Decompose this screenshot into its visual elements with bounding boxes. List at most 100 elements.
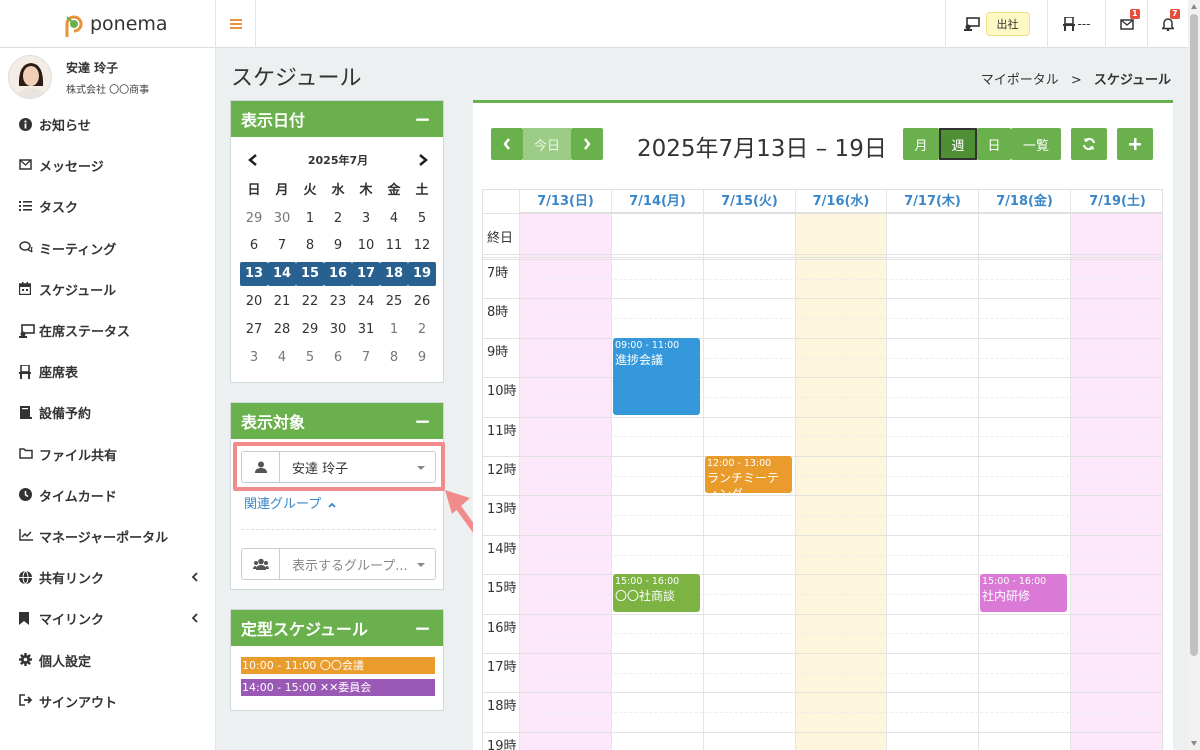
mini-calendar-day[interactable]: 30 [268, 207, 296, 231]
routine-panel-collapse-button[interactable]: − [414, 616, 431, 640]
mini-calendar-day[interactable]: 6 [324, 346, 352, 370]
mini-calendar-day[interactable]: 5 [296, 346, 324, 370]
messages-button[interactable]: 1 [1105, 0, 1147, 48]
prev-week-button[interactable] [491, 128, 523, 160]
add-event-button[interactable] [1117, 128, 1153, 160]
sidebar-item[interactable]: 在席ステータス [0, 310, 216, 351]
mini-calendar-day[interactable]: 7 [352, 346, 380, 370]
sidebar-item[interactable]: ミーティング [0, 228, 216, 269]
mini-calendar-day[interactable]: 18 [380, 262, 408, 287]
day-column[interactable] [611, 190, 703, 750]
day-column[interactable] [886, 190, 978, 750]
refresh-icon[interactable] [1071, 128, 1107, 160]
day-header[interactable]: 7/17(木) [886, 190, 978, 213]
mini-calendar-day[interactable]: 29 [240, 207, 268, 231]
day-column[interactable] [1070, 190, 1162, 750]
page-scrollbar[interactable] [1188, 0, 1200, 750]
mini-calendar-day[interactable]: 4 [268, 346, 296, 370]
mini-calendar-day[interactable]: 3 [240, 346, 268, 370]
event[interactable]: 09:00 - 11:00 進捗会議 [613, 337, 700, 415]
today-button[interactable]: 今日 [523, 128, 571, 160]
routine-item[interactable]: 10:00 - 11:00 〇〇会議 [241, 657, 435, 674]
mini-calendar-day[interactable]: 19 [408, 262, 436, 287]
mini-calendar-day[interactable]: 20 [240, 290, 268, 314]
hamburger-icon[interactable] [216, 0, 256, 48]
sidebar-item[interactable]: メッセージ [0, 145, 216, 186]
chevron-left-icon[interactable] [248, 154, 258, 166]
mini-calendar-day[interactable]: 9 [324, 234, 352, 258]
view-list-button[interactable]: 一覧 [1011, 128, 1061, 160]
related-groups-link[interactable]: 関連グループ [244, 493, 337, 512]
mini-calendar-day[interactable]: 23 [324, 290, 352, 314]
sidebar-item[interactable]: マイリンク [0, 598, 216, 639]
group-select[interactable]: 表示するグループ... [241, 548, 436, 580]
day-header[interactable]: 7/16(水) [795, 190, 886, 213]
sidebar-item[interactable]: 個人設定 [0, 639, 216, 680]
mini-calendar-day[interactable]: 24 [352, 290, 380, 314]
sidebar-item[interactable]: マネージャーポータル [0, 516, 216, 557]
next-week-button[interactable] [571, 128, 603, 160]
mini-calendar-day[interactable]: 1 [296, 207, 324, 231]
event[interactable]: 15:00 - 16:00 〇〇社商談 [613, 574, 700, 612]
sidebar-item[interactable]: サインアウト [0, 681, 216, 722]
mini-calendar-day[interactable]: 10 [352, 234, 380, 258]
day-header[interactable]: 7/18(金) [978, 190, 1070, 213]
view-month-button[interactable]: 月 [903, 128, 939, 160]
status-toggle[interactable]: 出社 [945, 0, 1047, 48]
date-panel-collapse-button[interactable]: − [414, 107, 431, 131]
user-profile[interactable]: 安達 玲子 株式会社 〇〇商事 [8, 55, 149, 99]
breadcrumb-parent[interactable]: マイポータル [981, 73, 1059, 88]
mini-calendar-day[interactable]: 2 [408, 318, 436, 342]
mini-calendar-day[interactable]: 31 [352, 318, 380, 342]
mini-calendar-day[interactable]: 11 [380, 234, 408, 258]
mini-calendar-day[interactable]: 14 [268, 262, 296, 287]
logo[interactable]: ponema [0, 0, 216, 48]
mini-calendar-day[interactable]: 7 [268, 234, 296, 258]
mini-calendar-day[interactable]: 9 [408, 346, 436, 370]
mini-calendar-day[interactable]: 17 [352, 262, 380, 287]
mini-calendar-day[interactable]: 6 [240, 234, 268, 258]
day-header[interactable]: 7/15(火) [703, 190, 795, 213]
day-header[interactable]: 7/13(日) [519, 190, 611, 213]
view-week-button[interactable]: 週 [939, 128, 977, 160]
sidebar-item[interactable]: ファイル共有 [0, 434, 216, 475]
sidebar-item[interactable]: タイムカード [0, 475, 216, 516]
mini-calendar-day[interactable]: 4 [380, 207, 408, 231]
routine-item[interactable]: 14:00 - 15:00 ✕✕委員会 [241, 679, 435, 696]
day-header[interactable]: 7/19(土) [1070, 190, 1162, 213]
mini-calendar-day[interactable]: 26 [408, 290, 436, 314]
sidebar-item[interactable]: 共有リンク [0, 557, 216, 598]
mini-calendar-day[interactable]: 3 [352, 207, 380, 231]
seat-button[interactable]: --- [1047, 0, 1105, 48]
target-panel-collapse-button[interactable]: − [414, 409, 431, 433]
view-day-button[interactable]: 日 [977, 128, 1011, 160]
mini-calendar-day[interactable]: 27 [240, 318, 268, 342]
event[interactable]: 12:00 - 13:00 ランチミーティング [705, 456, 792, 494]
event[interactable]: 15:00 - 16:00 社内研修 [980, 574, 1067, 612]
mini-calendar-day[interactable]: 12 [408, 234, 436, 258]
mini-calendar-day[interactable]: 8 [380, 346, 408, 370]
mini-calendar-day[interactable]: 13 [240, 262, 268, 287]
mini-calendar-day[interactable]: 1 [380, 318, 408, 342]
mini-calendar-day[interactable]: 28 [268, 318, 296, 342]
mini-calendar-day[interactable]: 25 [380, 290, 408, 314]
sidebar-item[interactable]: 座席表 [0, 351, 216, 392]
sidebar-item[interactable]: 設備予約 [0, 392, 216, 433]
sidebar-item[interactable]: お知らせ [0, 104, 216, 145]
day-column[interactable] [795, 190, 886, 750]
mini-calendar-day[interactable]: 5 [408, 207, 436, 231]
mini-calendar-day[interactable]: 8 [296, 234, 324, 258]
mini-calendar-day[interactable]: 15 [296, 262, 324, 287]
day-column[interactable] [519, 190, 611, 750]
mini-calendar-day[interactable]: 29 [296, 318, 324, 342]
mini-calendar-day[interactable]: 30 [324, 318, 352, 342]
mini-calendar-day[interactable]: 16 [324, 262, 352, 287]
day-header[interactable]: 7/14(月) [611, 190, 703, 213]
notifications-button[interactable]: 7 [1147, 0, 1188, 48]
sidebar-item[interactable]: タスク [0, 186, 216, 227]
mini-calendar-day[interactable]: 22 [296, 290, 324, 314]
mini-calendar-day[interactable]: 21 [268, 290, 296, 314]
sidebar-item[interactable]: スケジュール [0, 269, 216, 310]
day-column[interactable] [978, 190, 1070, 750]
mini-calendar-day[interactable]: 2 [324, 207, 352, 231]
